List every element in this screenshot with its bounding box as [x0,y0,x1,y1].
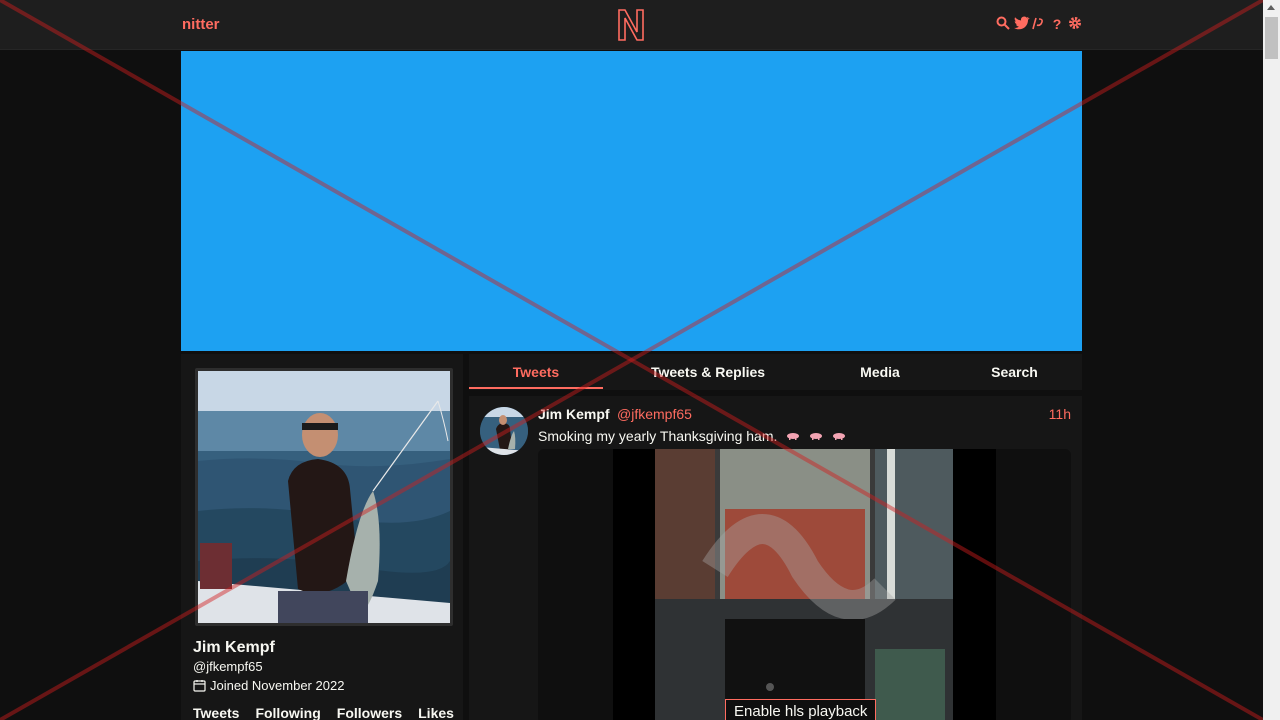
settings-icon[interactable] [1068,16,1082,32]
profile-joined: Joined November 2022 [193,678,344,693]
tab-search[interactable]: Search [947,354,1082,390]
nav-icons: ? [996,16,1082,32]
nitter-n-logo-icon[interactable] [617,8,645,42]
rss-icon[interactable] [1032,16,1046,32]
tab-tweets[interactable]: Tweets [469,354,603,390]
stat-tweets[interactable]: Tweets [193,705,239,720]
calendar-icon [193,680,206,692]
tweet-text: Smoking my yearly Thanksgiving ham. [538,428,846,444]
profile-card: Jim Kempf @jfkempf65 Joined November 202… [181,354,463,720]
tweet-text-content: Smoking my yearly Thanksgiving ham. [538,428,778,444]
twitter-icon[interactable] [1014,16,1030,32]
profile-avatar[interactable] [195,368,453,626]
tweet-media: Enable hls playback [538,449,1071,720]
page: nitter ? Jim Kempf @jfkempf65 Joined Nov… [0,0,1280,720]
tweet-avatar[interactable] [480,407,528,455]
tab-media[interactable]: Media [813,354,947,390]
nitter-logo-link[interactable]: nitter [182,16,220,33]
tweet-author-name[interactable]: Jim Kempf [538,406,610,422]
search-icon[interactable] [996,16,1010,32]
profile-stats: Tweets Following Followers Likes [193,705,470,720]
pig-emoji-icon [787,433,800,440]
enable-hls-button[interactable]: Enable hls playback [725,699,877,720]
scroll-up-arrow-icon[interactable] [1267,5,1275,10]
timeline: Jim Kempf @jfkempf65 11h Smoking my year… [469,396,1082,720]
profile-name: Jim Kempf [193,639,275,656]
pig-emoji-icon [810,433,823,440]
page-scrollbar[interactable] [1263,0,1280,720]
pig-emoji-icon [833,433,846,440]
video-thumbnail[interactable] [655,449,953,720]
stat-likes[interactable]: Likes [418,705,454,720]
timeline-tabs: Tweets Tweets & Replies Media Search [469,354,1082,390]
navbar: nitter ? [0,0,1263,50]
scroll-thumb[interactable] [1265,17,1278,59]
tab-tweets-replies[interactable]: Tweets & Replies [603,354,813,390]
profile-banner[interactable] [181,51,1082,351]
tweet-timestamp[interactable]: 11h [1049,406,1071,422]
profile-handle[interactable]: @jfkempf65 [193,659,263,674]
joined-date: Joined November 2022 [210,678,345,693]
tweet-author-handle[interactable]: @jfkempf65 [617,406,692,422]
stat-following[interactable]: Following [255,705,320,720]
stat-followers[interactable]: Followers [337,705,402,720]
help-icon[interactable]: ? [1050,16,1064,32]
